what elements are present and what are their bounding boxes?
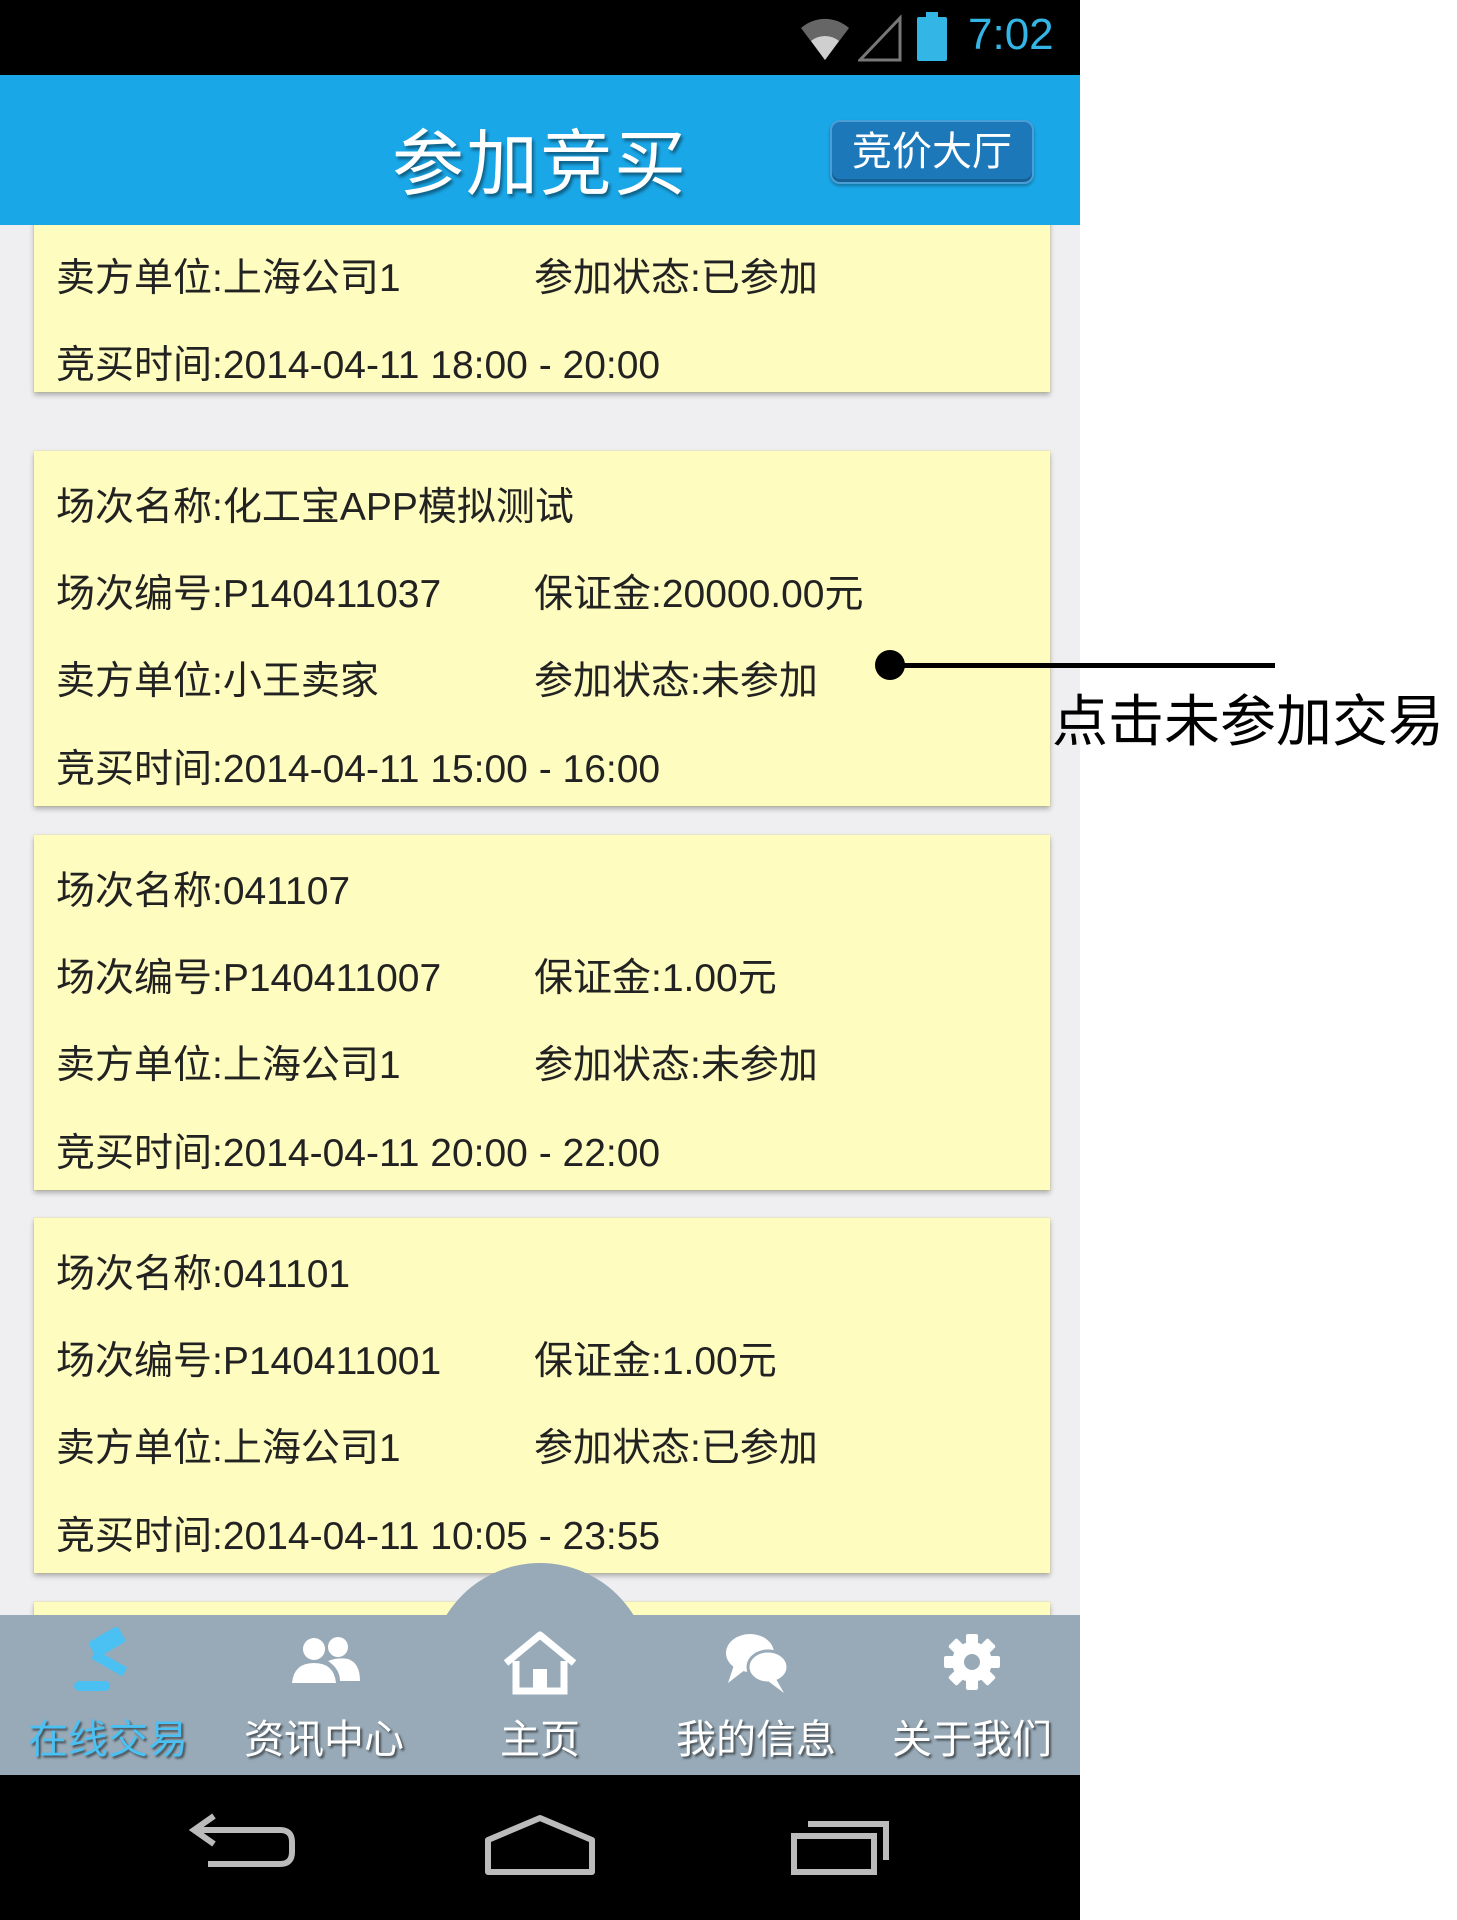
session-code-field: 场次编号:P140411007: [56, 957, 442, 1000]
time-field: 竞买时间:2014-04-11 10:05 - 23:55: [56, 1515, 661, 1558]
title-bar: 参加竞买 竞价大厅: [0, 75, 1080, 225]
session-name-field: 场次名称:化工宝APP模拟测试: [56, 486, 574, 529]
session-code-field: 场次编号:P140411037: [56, 573, 442, 616]
time-field: 竞买时间:2014-04-11 15:00 - 16:00: [56, 748, 661, 791]
back-icon[interactable]: [180, 1810, 300, 1880]
deposit-field: 保证金:1.00元: [534, 1340, 777, 1383]
users-icon: [292, 1637, 360, 1683]
nav-label: 资讯中心: [244, 1717, 404, 1763]
nav-online-trading[interactable]: 在线交易: [0, 1615, 216, 1775]
nav-news-center[interactable]: 资讯中心: [216, 1615, 432, 1775]
clock: 7:02: [968, 10, 1054, 59]
chat-bubbles-icon: [726, 1634, 790, 1693]
auction-card[interactable]: 场次名称:041101 场次编号:P140411001 保证金:1.00元 卖方…: [34, 1218, 1050, 1573]
nav-my-info[interactable]: 我的信息: [648, 1615, 864, 1775]
home-icon: [503, 1631, 577, 1695]
time-field: 竞买时间:2014-04-11 18:00 - 20:00: [56, 344, 661, 387]
status-bar: 7:02: [0, 0, 1080, 75]
gear-icon: [944, 1634, 1000, 1690]
bidding-hall-button[interactable]: 竞价大厅: [830, 120, 1034, 184]
system-nav-bar: [0, 1775, 1080, 1920]
session-code-field: 场次编号:P140411001: [56, 1340, 442, 1383]
seller-field: 卖方单位:上海公司1: [56, 1044, 401, 1087]
battery-icon: [917, 12, 947, 61]
seller-field: 卖方单位:上海公司1: [56, 257, 401, 300]
auction-card[interactable]: 场次名称:041107 场次编号:P140411007 保证金:1.00元 卖方…: [34, 835, 1050, 1190]
nav-label: 主页: [500, 1717, 580, 1763]
gavel-icon: [74, 1627, 128, 1691]
auction-card[interactable]: 场次名称:化工宝APP模拟测试 场次编号:P140411037 保证金:2000…: [34, 451, 1050, 806]
deposit-field: 保证金:1.00元: [534, 957, 777, 1000]
status-field: 参加状态:已参加: [534, 1427, 818, 1470]
wifi-icon: [801, 18, 849, 60]
time-field: 竞买时间:2014-04-11 20:00 - 22:00: [56, 1132, 661, 1175]
seller-field: 卖方单位:上海公司1: [56, 1427, 401, 1470]
nav-label: 在线交易: [28, 1717, 188, 1763]
nav-label: 关于我们: [892, 1717, 1052, 1763]
status-field: 参加状态:未参加: [534, 1044, 818, 1087]
auction-card[interactable]: 卖方单位:上海公司1 参加状态:已参加 竞买时间:2014-04-11 18:0…: [34, 225, 1050, 392]
nav-label: 我的信息: [676, 1717, 836, 1763]
signal-icon: [858, 14, 902, 62]
auction-list[interactable]: 卖方单位:上海公司1 参加状态:已参加 竞买时间:2014-04-11 18:0…: [0, 225, 1080, 1615]
nav-about-us[interactable]: 关于我们: [864, 1615, 1080, 1775]
annotation-line: [890, 663, 1275, 668]
status-field: 参加状态:未参加: [534, 660, 818, 703]
phone-screen: 7:02 参加竞买 竞价大厅 卖方单位:上海公司1 参加状态:已参加 竞买时间:…: [0, 0, 1080, 1920]
annotation-dot: [875, 650, 905, 680]
session-name-field: 场次名称:041107: [56, 870, 351, 913]
session-name-field: 场次名称:041101: [56, 1253, 351, 1296]
home-outline-icon[interactable]: [480, 1810, 600, 1880]
annotation-text: 点击未参加交易: [1052, 690, 1444, 755]
seller-field: 卖方单位:小王卖家: [56, 660, 379, 703]
status-field: 参加状态:已参加: [534, 257, 818, 300]
deposit-field: 保证金:20000.00元: [534, 573, 864, 616]
nav-home[interactable]: 主页: [432, 1615, 648, 1775]
recents-icon[interactable]: [780, 1810, 900, 1880]
